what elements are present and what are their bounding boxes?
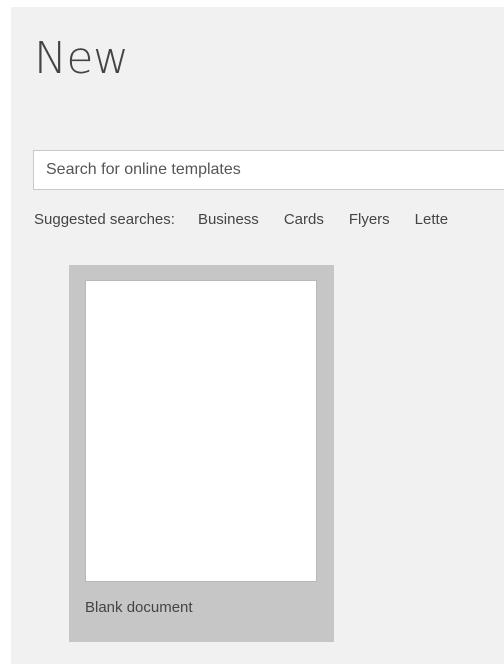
search-box[interactable] <box>33 150 504 190</box>
suggested-search-flyers[interactable]: Flyers <box>349 210 390 230</box>
page-title: New <box>34 33 129 84</box>
template-label: Blank document <box>85 599 193 616</box>
template-thumbnail <box>85 280 317 582</box>
suggested-searches: Suggested searches: Business Cards Flyers Le… <box>34 210 473 230</box>
suggested-search-letters[interactable]: Lette <box>415 210 448 230</box>
suggested-searches-label: Suggested searches: <box>34 211 175 228</box>
suggested-search-cards[interactable]: Cards <box>284 210 324 230</box>
search-input[interactable] <box>34 151 504 189</box>
template-blank-document[interactable]: Blank document <box>69 265 334 642</box>
suggested-search-business[interactable]: Business <box>198 210 259 230</box>
backstage-panel: New Suggested searches: Business Cards Flye… <box>11 7 504 664</box>
